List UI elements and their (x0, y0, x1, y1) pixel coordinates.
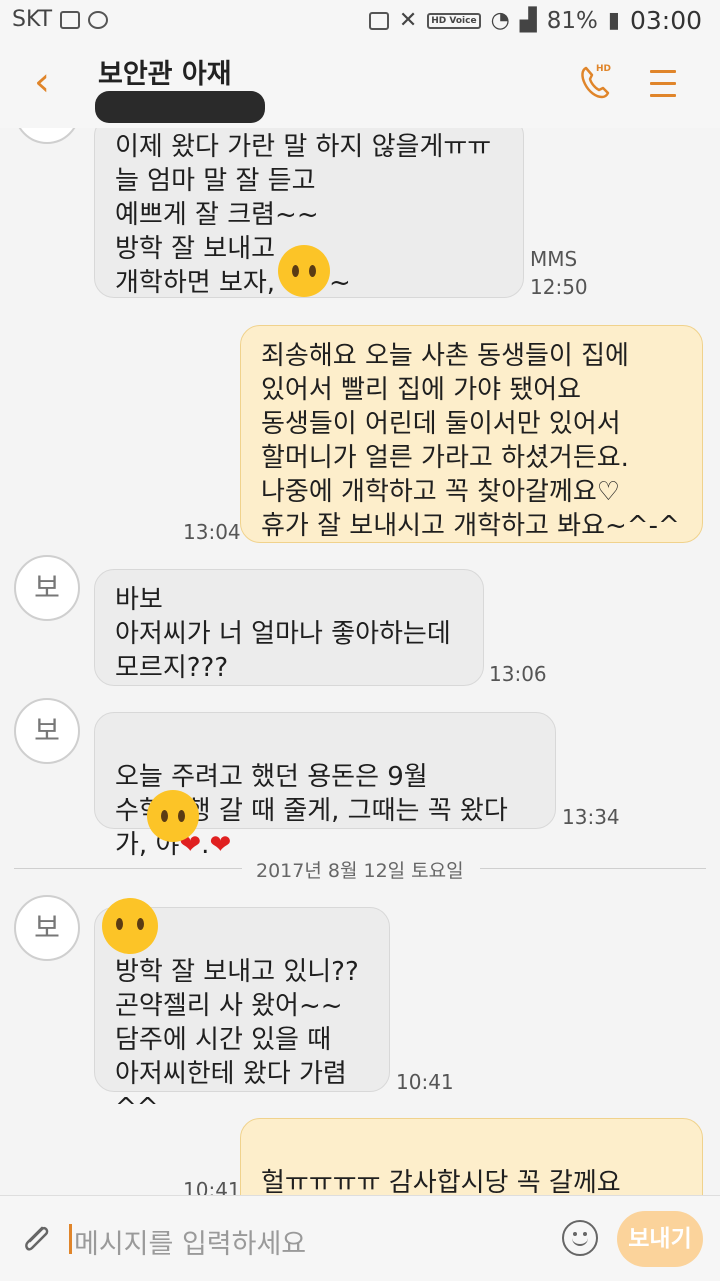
send-button[interactable]: 보내기 (617, 1211, 703, 1267)
message-input-bar: 메시지를 입력하세요 보내기 (0, 1195, 720, 1281)
signal-icon: ▟ (519, 8, 537, 33)
account-icon (88, 10, 109, 29)
message-timestamp: 13:34 (562, 805, 620, 829)
message-type-label: MMS (530, 247, 578, 271)
wifi-icon: ◔ (490, 8, 510, 33)
message-list[interactable]: 이제 왔다 가란 말 하지 않을게ㅠㅠ 늘 엄마 말 잘 듣고 예쁘게 잘 크렴… (0, 128, 720, 1195)
sticker-emoji-censor (102, 898, 158, 954)
message-text: 헐ㅠㅠㅠㅠ 감사합시당 꼭 갈께요 나중에 뵈요 (261, 1168, 621, 1195)
emoji-picker-icon[interactable] (562, 1220, 598, 1256)
hd-badge: HD (596, 64, 612, 74)
message-timestamp: 10:41 (396, 1070, 454, 1094)
avatar[interactable]: 보 (14, 698, 80, 764)
battery-level: 81% (546, 7, 598, 34)
status-bar: SKT ✕ HD Voice ◔ ▟ 81% ▮ 03:00 (0, 0, 720, 40)
clock: 03:00 (629, 6, 702, 35)
menu-icon[interactable] (650, 70, 676, 106)
message-timestamp: 13:04 (183, 520, 241, 544)
hd-voice-badge: HD Voice (427, 12, 481, 29)
message-timestamp: 13:06 (489, 662, 547, 686)
redacted-phone-number (95, 91, 265, 123)
avatar[interactable]: 보 (14, 895, 80, 961)
text-cursor (69, 1224, 72, 1254)
attachment-icon[interactable] (18, 1218, 54, 1258)
battery-icon: ▮ (607, 8, 620, 33)
sticker-emoji-censor (278, 245, 330, 297)
contact-name: 보안관 아재 (98, 59, 232, 90)
message-bubble-received[interactable]: 바보 아저씨가 너 얼마나 좋아하는데 모르지??? (94, 569, 484, 686)
carrier-label: SKT (12, 7, 53, 32)
date-label: 2017년 8월 12일 토요일 (256, 860, 464, 882)
avatar (14, 128, 80, 144)
message-bubble-sent[interactable]: 헐ㅠㅠㅠㅠ 감사합시당 꼭 갈께요 나중에 뵈요😍 (240, 1118, 703, 1195)
message-input[interactable]: 메시지를 입력하세요 (74, 1222, 306, 1261)
app-bar: ‹ 보안관 아재 HD (0, 40, 720, 128)
sim-icon (368, 11, 389, 30)
date-separator: 2017년 8월 12일 토요일 (14, 856, 706, 882)
back-arrow-icon[interactable]: ‹ (34, 62, 50, 102)
message-timestamp: 10:41 (183, 1178, 241, 1195)
avatar[interactable]: 보 (14, 555, 80, 621)
sticker-emoji-censor (147, 790, 199, 842)
mute-icon: ✕ (398, 8, 418, 33)
message-bubble-sent[interactable]: 죄송해요 오늘 사촌 동생들이 집에 있어서 빨리 집에 가야 됐어요 동생들이… (240, 325, 703, 543)
gallery-icon (60, 10, 81, 29)
message-timestamp: 12:50 (530, 275, 588, 299)
